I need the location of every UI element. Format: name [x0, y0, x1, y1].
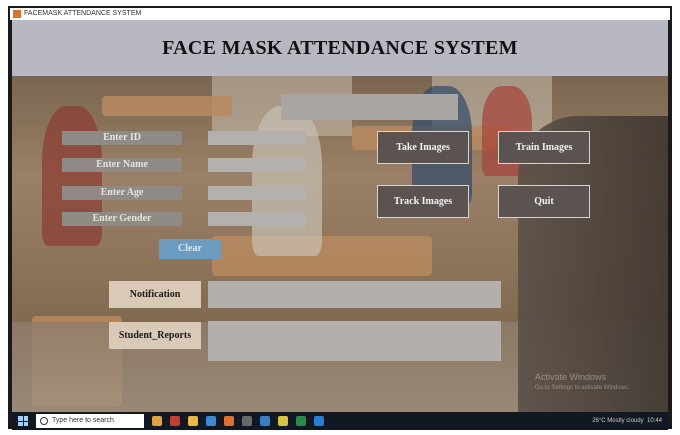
excel-icon[interactable]: [296, 416, 306, 426]
app-header: FACE MASK ATTENDANCE SYSTEM: [12, 20, 668, 76]
python-icon[interactable]: [278, 416, 288, 426]
name-input[interactable]: [208, 158, 306, 172]
name-label: Enter Name: [62, 158, 182, 172]
gender-label: Enter Gender: [62, 212, 182, 226]
clear-button[interactable]: Clear: [159, 239, 221, 259]
track-images-button[interactable]: Track Images: [377, 185, 469, 218]
student-reports-label: Student_Reports: [109, 322, 201, 349]
edge-icon[interactable]: [206, 416, 216, 426]
gender-input[interactable]: [208, 212, 306, 226]
age-input[interactable]: [208, 186, 306, 200]
app-icon: [13, 10, 21, 18]
watermark-title: Activate Windows: [535, 372, 607, 382]
taskbar-search-input[interactable]: Type here to search: [36, 414, 144, 428]
notification-label: Notification: [109, 281, 201, 308]
search-placeholder: Type here to search: [52, 417, 114, 424]
cortana-icon[interactable]: [152, 416, 162, 426]
firefox-icon[interactable]: [224, 416, 234, 426]
windows-start-icon[interactable]: [18, 416, 28, 426]
window-titlebar: FACEMASK ATTENDANCE SYSTEM: [10, 8, 670, 20]
age-label: Enter Age: [62, 186, 182, 200]
windows-taskbar: Type here to search 26°C Mostly cloudy 1…: [12, 412, 668, 430]
store-icon[interactable]: [242, 416, 252, 426]
vscode-icon[interactable]: [314, 416, 324, 426]
watermark-subtitle: Go to Settings to activate Windows.: [535, 385, 630, 391]
mail-icon[interactable]: [260, 416, 270, 426]
activate-windows-watermark: Activate Windows Go to Settings to activ…: [535, 372, 630, 394]
search-icon: [40, 417, 48, 425]
student-reports-box: [208, 321, 501, 361]
take-images-button[interactable]: Take Images: [377, 131, 469, 164]
system-tray[interactable]: 26°C Mostly cloudy 10:44: [592, 418, 662, 424]
id-input[interactable]: [208, 131, 306, 145]
status-display-box: [281, 94, 458, 120]
weather-text: 26°C Mostly cloudy: [592, 418, 644, 424]
file-explorer-icon[interactable]: [188, 416, 198, 426]
task-view-icon[interactable]: [170, 416, 180, 426]
id-label: Enter ID: [62, 131, 182, 145]
page-title: FACE MASK ATTENDANCE SYSTEM: [162, 36, 518, 59]
train-images-button[interactable]: Train Images: [498, 131, 590, 164]
window-title: FACEMASK ATTENDANCE SYSTEM: [24, 10, 142, 17]
quit-button[interactable]: Quit: [498, 185, 590, 218]
clock-text: 10:44: [646, 418, 662, 424]
classroom-background-image: [12, 76, 668, 412]
notification-box: [208, 281, 501, 308]
